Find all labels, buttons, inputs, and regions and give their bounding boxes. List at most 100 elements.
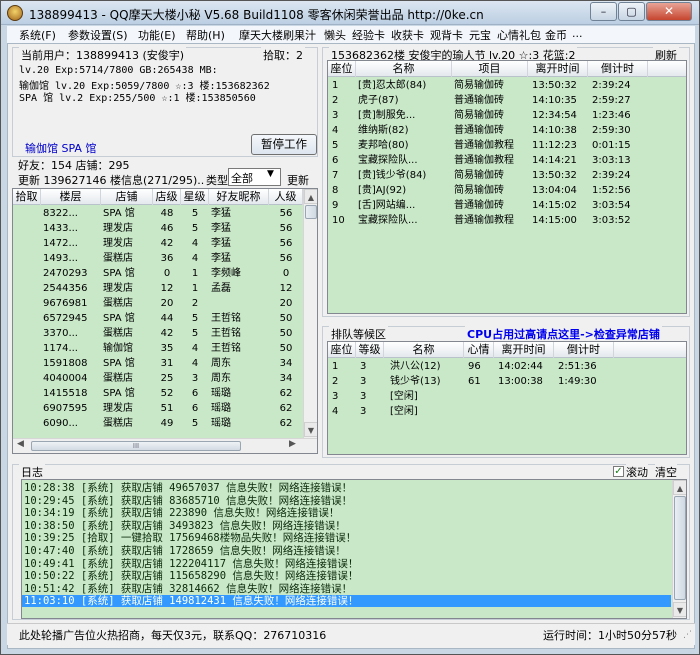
table-row[interactable]: 4 3 [空闲] (328, 404, 686, 419)
col-seat[interactable]: 座位 (328, 61, 356, 77)
log-list[interactable]: 10:28:38 [系统] 获取店铺 49657037 信息失败！网络连接错误！… (21, 479, 687, 619)
chevron-down-icon: ▼ (267, 169, 274, 179)
shop-links[interactable]: 输伽馆 SPA 馆 (25, 140, 96, 156)
table-cell (15, 386, 41, 401)
cpu-check-link[interactable]: CPU占用过高请点这里->检查异常店铺 (465, 326, 662, 342)
scroll-right-icon[interactable]: ▶ (289, 439, 296, 449)
clear-log-button[interactable]: 清空 (655, 464, 677, 480)
update-button[interactable]: 更新 (287, 172, 309, 188)
log-vscrollbar[interactable]: ▲ ▼ (672, 480, 686, 618)
menu-functions[interactable]: 功能(E) (138, 27, 176, 43)
type-select[interactable]: 全部 ▼ (228, 168, 281, 186)
menu-juice[interactable]: 摩天大楼刷果汁 (239, 27, 316, 43)
col-person-level[interactable]: 人级 (269, 189, 303, 205)
scroll-up-icon[interactable]: ▲ (304, 189, 317, 204)
menu-mood-gift[interactable]: 心情礼包 (497, 27, 541, 43)
col-floor[interactable]: 楼层 (41, 189, 101, 205)
log-line[interactable]: 10:50:22 [系统] 获取店铺 115658290 信息失败！网络连接错误… (24, 570, 358, 582)
col-level[interactable]: 等级 (356, 342, 384, 358)
log-line[interactable]: 10:28:38 [系统] 获取店铺 49657037 信息失败！网络连接错误！ (24, 482, 352, 494)
table-row[interactable]: 4040004 蛋糕店 25 3 周东 34 (13, 371, 317, 386)
col-leave-time[interactable]: 离开时间 (494, 342, 554, 358)
col-leave-time[interactable]: 离开时间 (528, 61, 588, 77)
table-row[interactable]: 6090... 蛋糕店 49 5 瑶璐 62 (13, 416, 317, 431)
menu-lazy[interactable]: 懒头 (324, 27, 346, 43)
table-row[interactable]: 2544356 理发店 12 1 孟磊 12 (13, 281, 317, 296)
friends-hscrollbar[interactable]: ◀ III ▶ (13, 438, 317, 453)
scroll-left-icon[interactable]: ◀ (17, 439, 24, 449)
col-name[interactable]: 名称 (356, 61, 452, 77)
log-line[interactable]: 10:29:45 [系统] 获取店铺 83685710 信息失败！网络连接错误！ (24, 495, 352, 507)
menu-gold[interactable]: 金币 (545, 27, 567, 43)
table-row[interactable]: 1591808 SPA 馆 31 4 周东 34 (13, 356, 317, 371)
table-row[interactable]: 8 [贵]AJ(92) 简易输伽砖 13:04:04 1:52:56 (328, 183, 686, 198)
table-cell: 1493... (43, 253, 78, 264)
table-row[interactable]: 1415518 SPA 馆 52 6 瑶璐 62 (13, 386, 317, 401)
hscroll-thumb[interactable]: III (31, 441, 241, 451)
log-line[interactable]: 10:38:50 [系统] 获取店铺 3493823 信息失败！网络连接错误！ (24, 520, 346, 532)
scroll-down-icon[interactable]: ▼ (304, 422, 317, 437)
table-row[interactable]: 2470293 SPA 馆 0 1 李频峰 0 (13, 266, 317, 281)
col-mood[interactable]: 心情 (464, 342, 494, 358)
col-star[interactable]: 星级 (181, 189, 209, 205)
pause-button[interactable]: 暂停工作 (251, 134, 317, 155)
log-line[interactable]: 10:34:19 [系统] 获取店铺 223890 信息失败！网络连接错误！ (24, 507, 339, 519)
table-row[interactable]: 1433... 理发店 46 5 李猛 56 (13, 221, 317, 236)
maximize-button[interactable]: ▢ (618, 2, 645, 21)
col-seat[interactable]: 座位 (328, 342, 356, 358)
log-line[interactable]: 10:39:25 [拾取] 一键拾取 17569468楼物品失败！网络连接错误！ (24, 532, 356, 544)
table-row[interactable]: 3 [贵]制服免... 简易输伽砖 12:34:54 1:23:46 (328, 108, 686, 123)
table-row[interactable]: 6572945 SPA 馆 44 5 王哲铭 50 (13, 311, 317, 326)
menu-yuanbao[interactable]: 元宝 (469, 27, 491, 43)
log-line[interactable]: 10:51:42 [系统] 获取店铺 32814662 信息失败！网络连接错误！ (24, 583, 352, 595)
menu-back-card[interactable]: 观背卡 (430, 27, 463, 43)
minimize-button[interactable]: – (590, 2, 617, 21)
table-row[interactable]: 8322... SPA 馆 48 5 李猛 56 (13, 206, 317, 221)
table-row[interactable]: 10 宝藏探险队... 普通输伽教程 14:15:00 3:03:52 (328, 213, 686, 228)
friends-vscrollbar[interactable]: ▲ ▼ (303, 189, 317, 438)
table-cell: 普通输伽砖 (454, 200, 504, 211)
menu-help[interactable]: 帮助(H) (186, 27, 225, 43)
table-row[interactable]: 3370... 蛋糕店 42 5 王哲铭 50 (13, 326, 317, 341)
menu-more[interactable]: ... (572, 27, 583, 40)
menu-settings[interactable]: 参数设置(S) (68, 27, 128, 43)
col-shop-level[interactable]: 店级 (153, 189, 181, 205)
col-project[interactable]: 项目 (452, 61, 528, 77)
table-row[interactable]: 4 维纳斯(82) 普通输伽砖 14:10:38 2:59:30 (328, 123, 686, 138)
log-line[interactable]: 11:03:10 [系统] 获取店铺 149812431 信息失败！网络连接错误… (22, 595, 671, 608)
col-countdown[interactable]: 倒计时 (554, 342, 614, 358)
table-row[interactable]: 1 3 洪八公(12) 96 14:02:44 2:51:36 (328, 359, 686, 374)
col-name[interactable]: 名称 (384, 342, 464, 358)
table-row[interactable]: 3 3 [空闲] (328, 389, 686, 404)
table-row[interactable]: 6 宝藏探险队... 普通输伽教程 14:14:21 3:03:13 (328, 153, 686, 168)
scroll-thumb[interactable] (305, 205, 317, 219)
table-cell: 6907595 (43, 403, 88, 414)
ad-text[interactable]: 此处轮播广告位火热招商，每天仅3元，联系QQ：276710316 (19, 627, 326, 643)
table-row[interactable]: 1174... 输伽馆 35 4 王哲铭 50 (13, 341, 317, 356)
col-nickname[interactable]: 好友昵称 (209, 189, 269, 205)
table-row[interactable]: 5 麦邦哈(80) 普通输伽教程 11:12:23 0:01:15 (328, 138, 686, 153)
scroll-up-icon[interactable]: ▲ (673, 480, 686, 495)
scroll-checkbox[interactable]: ✓ (613, 466, 624, 477)
close-button[interactable]: ✕ (646, 2, 692, 21)
menu-system[interactable]: 系统(F) (19, 27, 56, 43)
table-row[interactable]: 1493... 蛋糕店 36 4 李猛 56 (13, 251, 317, 266)
log-line[interactable]: 10:49:41 [系统] 获取店铺 122204117 信息失败！网络连接错误… (24, 558, 358, 570)
menu-exp-card[interactable]: 经验卡 (352, 27, 385, 43)
col-pickup[interactable]: 拾取 (13, 189, 41, 205)
menu-harvest-card[interactable]: 收获卡 (391, 27, 424, 43)
col-shop[interactable]: 店铺 (101, 189, 153, 205)
log-line[interactable]: 10:47:40 [系统] 获取店铺 1728659 信息失败！网络连接错误！ (24, 545, 346, 557)
scroll-down-icon[interactable]: ▼ (673, 602, 686, 617)
table-row[interactable]: 2 3 钱少爷(13) 61 13:00:38 1:49:30 (328, 374, 686, 389)
table-row[interactable]: 2 虎子(87) 普通输伽砖 14:10:35 2:59:27 (328, 93, 686, 108)
col-countdown[interactable]: 倒计时 (588, 61, 648, 77)
table-row[interactable]: 1472... 理发店 42 4 李猛 56 (13, 236, 317, 251)
table-row[interactable]: 1 [贵]忍太郎(84) 简易输伽砖 13:50:32 2:39:24 (328, 78, 686, 93)
table-row[interactable]: 7 [贵]钱少爷(84) 简易输伽砖 13:50:32 2:39:24 (328, 168, 686, 183)
table-cell: 42 (160, 328, 174, 339)
table-row[interactable]: 9 [舌]网站编... 普通输伽砖 14:15:02 3:03:54 (328, 198, 686, 213)
table-row[interactable]: 6907595 理发店 51 6 瑶璐 62 (13, 401, 317, 416)
scroll-thumb[interactable] (674, 496, 686, 600)
table-row[interactable]: 9676981 蛋糕店 20 2 20 (13, 296, 317, 311)
